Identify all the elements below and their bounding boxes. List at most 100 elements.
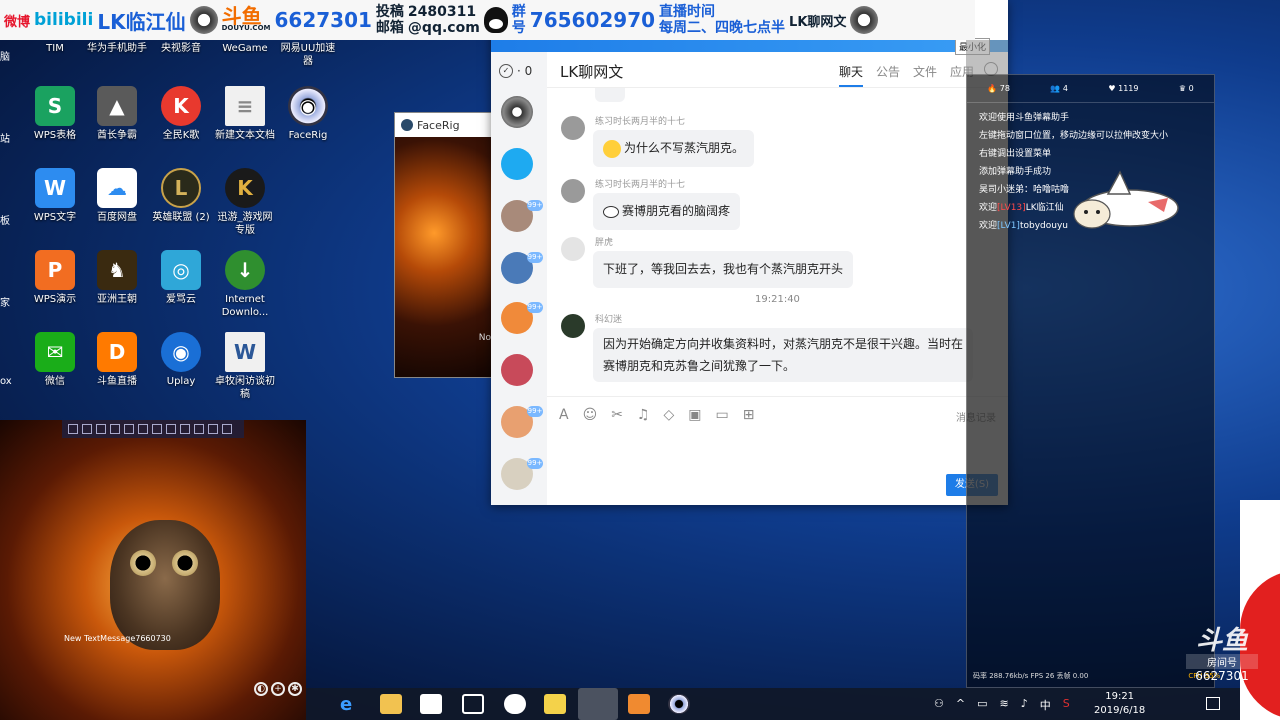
- watermark-logo: 斗鱼: [1195, 626, 1248, 656]
- battery-icon[interactable]: ▭: [977, 697, 987, 713]
- toolbar-btn-icon[interactable]: [194, 424, 204, 434]
- toolbar-btn-icon[interactable]: [138, 424, 148, 434]
- tab-chat[interactable]: 聊天: [838, 63, 863, 87]
- settings-icon[interactable]: ✱: [288, 682, 302, 696]
- edge-browser-icon[interactable]: e: [340, 694, 362, 715]
- desktop-icon-wps-sheet[interactable]: S WPS表格: [23, 86, 87, 142]
- desktop-icon-label: WeGame: [222, 43, 268, 54]
- desktop-icon-wegame[interactable]: WeGame: [213, 42, 277, 55]
- desktop-icon-wechat[interactable]: ✉ 微信: [23, 332, 87, 388]
- group-avatar[interactable]: [501, 96, 533, 128]
- avatar[interactable]: [561, 237, 585, 261]
- desktop-icon-xunyou[interactable]: K 迅游_游戏网专版: [213, 168, 277, 237]
- notification-icon[interactable]: [1206, 697, 1220, 710]
- volume-icon[interactable]: ♪: [1021, 697, 1028, 713]
- gift-box-icon[interactable]: ⊞: [743, 407, 755, 423]
- message-list[interactable]: 练习时长两月半的十七 为什么不写蒸汽朋克。 练习时长两月半的十七 赛博朋克看的脑…: [547, 88, 1008, 396]
- ime-indicator[interactable]: 中: [1040, 697, 1051, 713]
- desktop-icon-uu[interactable]: 网易UU加速器: [276, 42, 340, 68]
- desktop-icon-cctv[interactable]: 央视影音: [149, 42, 213, 55]
- mail-icon[interactable]: [462, 694, 484, 714]
- desktop-icon-chief[interactable]: ▲ 酋长争霸: [85, 86, 149, 142]
- desktop-icon-baidu[interactable]: ☁ 百度网盘: [85, 168, 149, 224]
- tab-announcement[interactable]: 公告: [876, 63, 900, 87]
- chat-tabs: 聊天 公告 文件 应用: [838, 63, 974, 87]
- facerig-titlebar[interactable]: FaceRig: [395, 113, 493, 137]
- desktop-icon-wps-word[interactable]: W WPS文字: [23, 168, 87, 224]
- chevron-up-icon[interactable]: ^: [956, 697, 965, 713]
- tab-files[interactable]: 文件: [913, 63, 937, 87]
- wps-ppt-icon: P: [35, 250, 75, 290]
- avatar[interactable]: [561, 116, 585, 140]
- toolbar-btn-icon[interactable]: [166, 424, 176, 434]
- submit-line2: 邮箱: [375, 20, 404, 36]
- toolbar-btn-icon[interactable]: [152, 424, 162, 434]
- toolbar-btn-icon[interactable]: [222, 424, 232, 434]
- system-tray: ⚇ ^ ▭ ≋ ♪ 中 S: [934, 697, 1070, 713]
- people-icon[interactable]: ⚇: [934, 697, 944, 713]
- douyu-assistant-icon[interactable]: [578, 688, 618, 720]
- antivirus-icon[interactable]: S: [1063, 697, 1070, 713]
- folder-icon[interactable]: ▭: [716, 407, 729, 423]
- selection-count[interactable]: ✓ · 0: [499, 64, 532, 78]
- desktop-icon-idm[interactable]: ↓ Internet Downlo...: [213, 250, 277, 319]
- desktop-icon-huawei[interactable]: 华为手机助手: [85, 42, 149, 55]
- group-avatar[interactable]: [501, 354, 533, 386]
- close-icon[interactable]: ✕: [991, 18, 1004, 37]
- toolbar-btn-icon[interactable]: [124, 424, 134, 434]
- unread-badge: 99+: [527, 302, 543, 313]
- toolbar-btn-icon[interactable]: [68, 424, 78, 434]
- emoji-icon[interactable]: ☺: [583, 407, 598, 423]
- file-explorer-icon[interactable]: [380, 694, 402, 714]
- sticky-app-icon[interactable]: [544, 694, 566, 714]
- level-badge: [LV13]: [997, 203, 1026, 213]
- room-number: 6627301: [274, 8, 372, 32]
- desktop-icon-asia[interactable]: ♞ 亚洲王朝: [85, 250, 149, 306]
- avatar[interactable]: [561, 314, 585, 338]
- message-bubble: 赛博朋克看的脑阔疼: [593, 193, 741, 230]
- desktop-icon-lol[interactable]: L 英雄联盟 (2): [149, 168, 213, 224]
- desktop-icon-ksong[interactable]: K 全民K歌: [149, 86, 213, 142]
- onedrive-icon[interactable]: [504, 694, 526, 714]
- facerig-taskbar-icon[interactable]: [668, 694, 690, 714]
- group-chat-window[interactable]: ✕ 最小化 ✓ · 0 99+ 99+ 99+ 99+ 99+ LK聊网文 聊天…: [491, 0, 1008, 505]
- qq-number: 2480311: [407, 4, 477, 20]
- schedule-line2: 每周二、四晚七点半: [659, 20, 786, 36]
- desktop-icon-wps-ppt[interactable]: P WPS演示: [23, 250, 87, 306]
- desktop-icon-tim[interactable]: TIM: [23, 42, 87, 55]
- danmaku-assistant-panel[interactable]: 🔥 78 👥 4 ♥ 1119 ♛ 0 欢迎使用斗鱼弹幕助手 左键拖动窗口位置，…: [966, 74, 1220, 688]
- sticker-icon[interactable]: ◇: [663, 407, 674, 423]
- toolbar-btn-icon[interactable]: [208, 424, 218, 434]
- avatar-control-icon[interactable]: ◐: [254, 682, 268, 696]
- taskbar-clock[interactable]: 19:21 2019/6/18: [1094, 690, 1145, 718]
- wukong-app-icon[interactable]: [628, 694, 650, 714]
- facerig-window[interactable]: FaceRig No: [394, 112, 494, 378]
- chat-group-name: LK聊网文: [789, 14, 847, 30]
- toolbar-btn-icon[interactable]: [82, 424, 92, 434]
- desktop-icon-uplay[interactable]: ◉ Uplay: [149, 332, 213, 388]
- image-icon[interactable]: ▣: [688, 407, 701, 423]
- toolbar-btn-icon[interactable]: [180, 424, 190, 434]
- desktop-icon-textdoc[interactable]: ≡ 新建文本文档: [213, 86, 277, 142]
- toolbar-btn-icon[interactable]: [96, 424, 106, 434]
- avatar[interactable]: [561, 179, 585, 203]
- font-icon[interactable]: A: [559, 407, 569, 423]
- microphone-icon[interactable]: ♫: [637, 407, 650, 423]
- level-badge: [LV1]: [997, 221, 1020, 231]
- video-controls: ◐ + ✱: [254, 682, 302, 696]
- toolbar-btn-icon[interactable]: [110, 424, 120, 434]
- plus-icon[interactable]: +: [271, 682, 285, 696]
- store-icon[interactable]: [420, 694, 442, 714]
- watermark-room: 6627301: [1195, 669, 1249, 683]
- wps-word-icon: W: [35, 168, 75, 208]
- wifi-icon[interactable]: ≋: [1000, 697, 1009, 713]
- contacts-icon[interactable]: [501, 148, 533, 180]
- desktop-icon-aixie[interactable]: ◎ 爱骂云: [149, 250, 213, 306]
- message-input[interactable]: [547, 430, 1008, 470]
- video-toolbar[interactable]: [62, 420, 244, 438]
- desktop-icon-douyu[interactable]: D 斗鱼直播: [85, 332, 149, 388]
- desktop-icon-facerig[interactable]: ◉ FaceRig: [276, 86, 340, 142]
- desktop-icon-draft[interactable]: W 卓牧闲访谈初稿: [213, 332, 277, 401]
- weibo-label: 微博: [4, 14, 31, 30]
- scissors-icon[interactable]: ✂: [611, 407, 623, 423]
